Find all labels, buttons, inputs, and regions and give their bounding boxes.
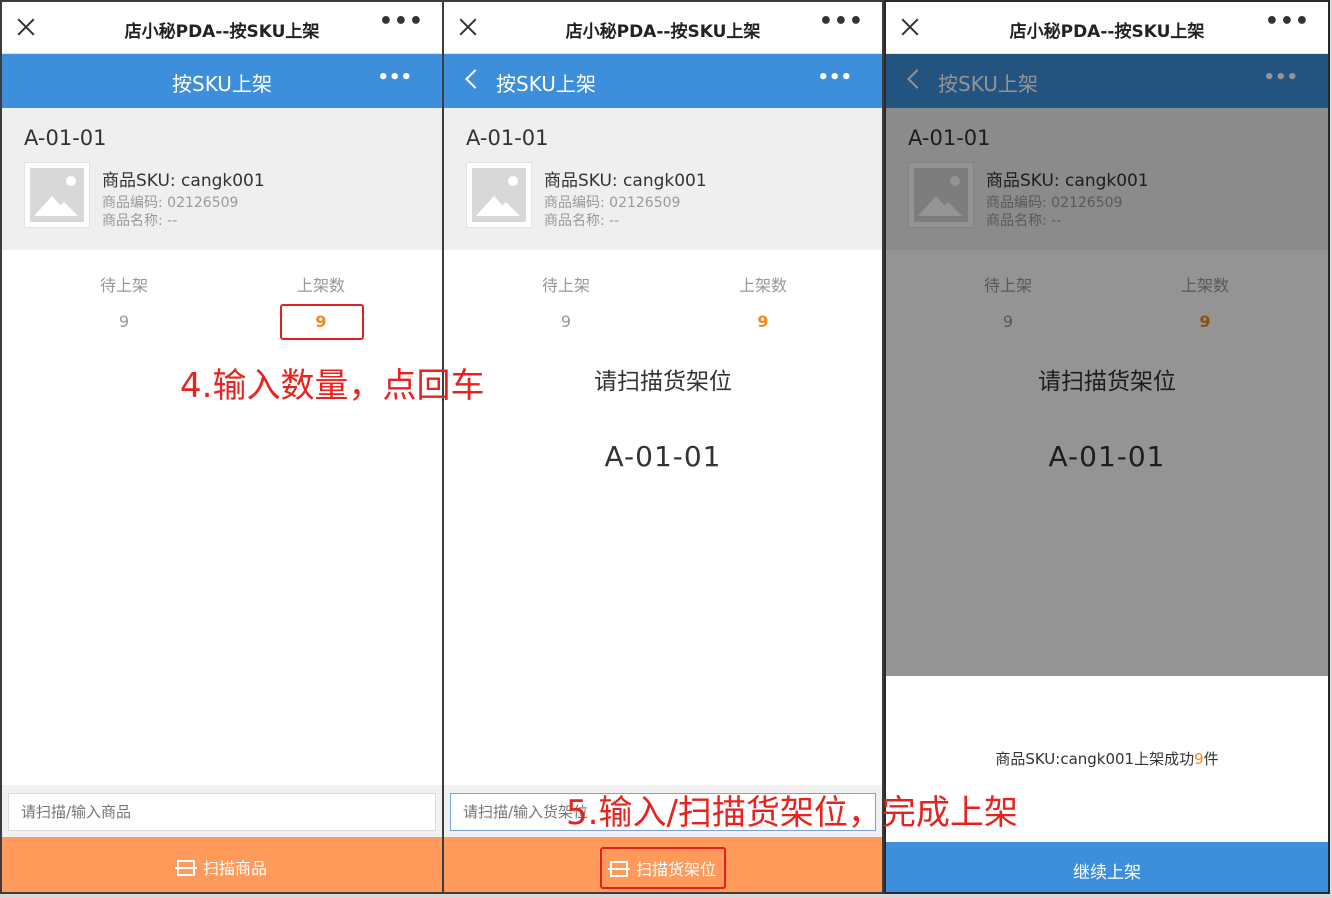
success-message: 商品SKU:cangk001上架成功9件 [886,748,1328,769]
product-name: 商品名称: -- [544,213,620,229]
scan-icon [607,861,630,877]
pending-label: 待上架 [99,276,148,295]
scan-icon [174,860,197,876]
scan-location-label: 扫描货架位 [635,860,716,879]
pending-count: 待上架 9 [64,272,184,331]
success-message-suffix: 件 [1203,750,1219,768]
highlight-box-quantity [280,304,364,340]
scan-product-label: 扫描商品 [202,859,267,878]
pending-value: 9 [118,312,130,331]
shelved-label: 上架数 [738,276,787,295]
window-title: 店小秘PDA--按SKU上架 [124,22,320,42]
shelved-label: 上架数 [296,276,345,295]
shelved-count: 上架数 9 [703,272,823,331]
success-count: 9 [1194,750,1204,768]
nav-more-icon[interactable]: ••• [377,68,412,88]
nav-title: 按SKU上架 [172,72,272,96]
nav-more-icon[interactable]: ••• [817,68,852,88]
wechat-title-bar: 店小秘PDA--按SKU上架 ••• [444,2,882,54]
suggested-location: A-01-01 [604,440,722,473]
window-title: 店小秘PDA--按SKU上架 [565,22,761,42]
pending-label: 待上架 [541,276,590,295]
pending-count: 待上架 9 [506,272,626,331]
counts-row: 待上架 9 上架数 9 [2,272,442,342]
phone-screen-2: 店小秘PDA--按SKU上架 ••• 按SKU上架 ••• A-01-01 商品… [442,0,884,894]
product-image-placeholder-icon [466,162,532,228]
nav-title: 按SKU上架 [496,72,596,96]
phone-screen-3: 店小秘PDA--按SKU上架 ••• 按SKU上架 ••• A-01-01 商品… [884,0,1330,894]
product-card: A-01-01 商品SKU: cangk001 商品编码: 02126509 商… [2,108,442,250]
more-icon[interactable]: ••• [379,11,424,33]
product-sku: 商品SKU: cangk001 [102,171,265,191]
more-icon[interactable]: ••• [1265,11,1310,33]
tutorial-screenshot: 店小秘PDA--按SKU上架 ••• 按SKU上架 ••• A-01-01 商品… [0,0,1332,898]
product-image-placeholder-icon [24,162,90,228]
location-code: A-01-01 [24,126,107,150]
product-card: A-01-01 商品SKU: cangk001 商品编码: 02126509 商… [444,108,882,250]
product-search-input[interactable] [8,793,436,831]
scan-product-button[interactable]: 扫描商品 [2,837,442,892]
scan-location-button[interactable]: 扫描货架位 [444,837,882,892]
input-area [2,785,442,837]
product-name: 商品名称: -- [102,213,178,229]
continue-shelving-button[interactable]: 继续上架 [886,842,1328,892]
window-title: 店小秘PDA--按SKU上架 [1009,22,1205,42]
annotation-step-5: 5.输入/扫描货架位，完成上架 [566,793,1018,833]
pending-value: 9 [560,312,572,331]
annotation-step-4: 4.输入数量，点回车 [180,366,485,406]
back-arrow-icon[interactable] [465,69,485,89]
modal-overlay [886,54,1328,676]
highlight-box-scan-button: 扫描货架位 [599,847,726,889]
shelved-value: 9 [757,312,769,331]
nav-bar: 按SKU上架 ••• [444,54,882,108]
wechat-title-bar: 店小秘PDA--按SKU上架 ••• [2,2,442,54]
phone-screen-1: 店小秘PDA--按SKU上架 ••• 按SKU上架 ••• A-01-01 商品… [0,0,444,894]
success-message-prefix: 商品SKU:cangk001上架成功 [995,750,1195,768]
location-code: A-01-01 [466,126,549,150]
wechat-title-bar: 店小秘PDA--按SKU上架 ••• [886,2,1328,54]
product-code: 商品编码: 02126509 [102,195,239,211]
counts-row: 待上架 9 上架数 9 [444,272,882,342]
product-code: 商品编码: 02126509 [544,195,681,211]
more-icon[interactable]: ••• [819,11,864,33]
product-sku: 商品SKU: cangk001 [544,171,707,191]
scan-prompt: 请扫描货架位 [594,369,732,395]
nav-bar: 按SKU上架 ••• [2,54,442,108]
